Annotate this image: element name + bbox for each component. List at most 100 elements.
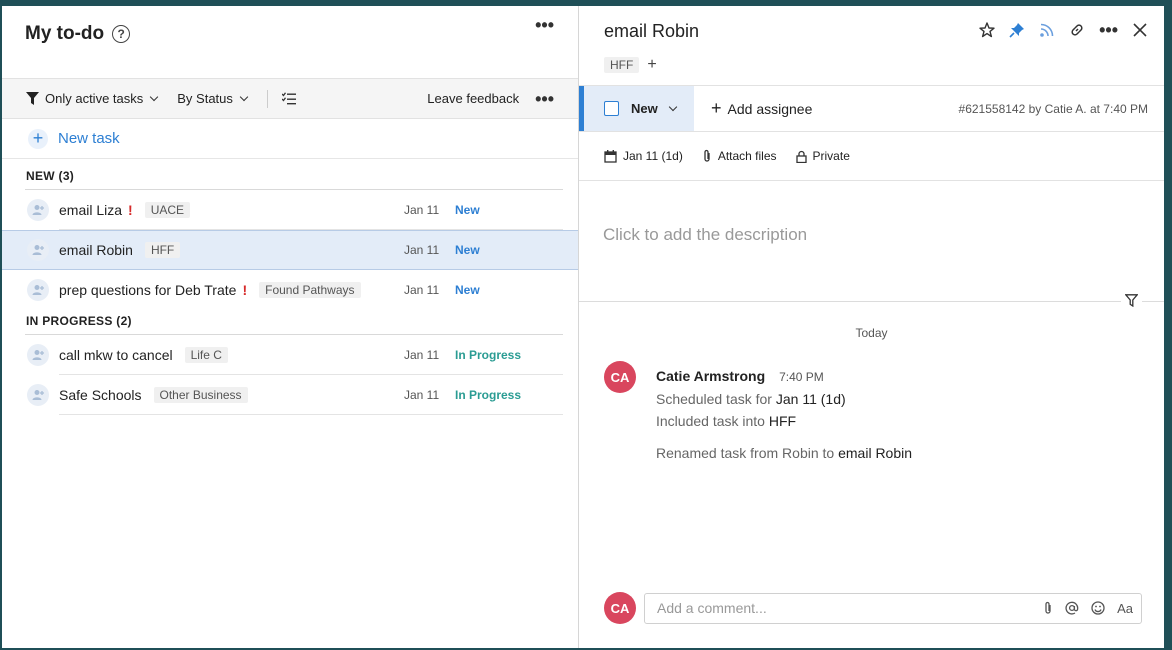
task-name-text: email Robin (59, 242, 133, 258)
activity-value: email Robin (838, 445, 913, 461)
checklist-icon (281, 92, 296, 105)
task-name: email Robin HFF (59, 242, 181, 258)
detail-more-icon[interactable]: ••• (1099, 21, 1118, 39)
row-divider (59, 414, 563, 415)
toolbar-right: Leave feedback ••• (427, 90, 554, 108)
activity-body: Catie Armstrong 7:40 PM Scheduled task f… (656, 365, 912, 464)
task-status: New (455, 203, 480, 217)
star-icon[interactable] (979, 22, 995, 38)
task-tag[interactable]: Found Pathways (259, 282, 361, 298)
plus-icon: + (28, 128, 48, 149)
avatar[interactable]: CA (604, 361, 636, 393)
description-editor[interactable]: Click to add the description (579, 181, 1164, 302)
attach-files-label: Attach files (717, 149, 777, 163)
activity-header: Catie Armstrong 7:40 PM (656, 365, 912, 388)
leave-feedback-link[interactable]: Leave feedback (427, 91, 519, 106)
active-filter-label: Only active tasks (45, 91, 144, 106)
assign-user-icon[interactable] (27, 384, 49, 406)
paperclip-icon[interactable] (1043, 601, 1053, 615)
task-status: New (455, 243, 480, 257)
add-assignee-button[interactable]: + Add assignee (711, 98, 812, 119)
avatar: CA (604, 592, 636, 624)
page-title: My to-do ? (25, 23, 131, 45)
attach-files-button[interactable]: Attach files (702, 149, 777, 163)
status-label: New (631, 101, 658, 116)
help-icon[interactable]: ? (112, 25, 131, 43)
task-tag[interactable]: Other Business (153, 387, 248, 403)
comment-input[interactable]: Add a comment... Aa (644, 592, 1142, 624)
text-format-button[interactable]: Aa (1117, 601, 1133, 616)
toolbar-more-icon[interactable]: ••• (535, 90, 554, 108)
comment-placeholder: Add a comment... (657, 600, 767, 616)
task-name: call mkw to cancel Life C (59, 347, 228, 363)
assign-user-icon[interactable] (27, 279, 49, 301)
task-tag[interactable]: Life C (184, 347, 228, 363)
page-title-text: My to-do (25, 23, 105, 44)
task-name: email Liza ! UACE (59, 202, 191, 218)
app-window: My to-do ? ••• Only active tasks By Stat… (2, 6, 1164, 648)
task-status: New (455, 283, 480, 297)
group-by-dropdown[interactable]: By Status (177, 91, 249, 106)
status-bar: New + Add assignee #621558142 by Catie A… (579, 85, 1164, 132)
assign-user-icon[interactable] (27, 199, 49, 221)
toolbar-divider (266, 89, 268, 108)
activity-time: 7:40 PM (779, 370, 824, 384)
paperclip-icon (704, 149, 710, 162)
attribute-bar: Jan 11 (1d) Attach files Private (579, 132, 1164, 181)
task-name: Safe Schools Other Business (59, 387, 248, 403)
task-list: NEW (3) email Liza ! UACE Jan 11 New ema… (2, 159, 578, 415)
activity-text: Included task into (656, 413, 769, 429)
link-icon[interactable] (1069, 22, 1085, 38)
calendar-icon (604, 149, 617, 163)
task-row[interactable]: email Liza ! UACE Jan 11 New (2, 190, 578, 230)
assign-user-icon[interactable] (27, 239, 49, 261)
task-detail-pane: email Robin ••• HFF + New + Add assignee… (579, 6, 1164, 648)
urgent-mark: ! (242, 282, 248, 298)
activity-author[interactable]: Catie Armstrong (656, 368, 765, 384)
task-tag[interactable]: HFF (604, 57, 640, 73)
task-date: Jan 11 (404, 348, 440, 362)
new-task-button[interactable]: + New task (2, 119, 578, 159)
mention-icon[interactable] (1065, 601, 1079, 615)
due-date-button[interactable]: Jan 11 (1d) (604, 149, 683, 163)
rss-follow-icon[interactable] (1039, 22, 1055, 38)
chevron-down-icon (668, 102, 677, 112)
group-header-new: NEW (3) (26, 169, 75, 183)
task-title[interactable]: email Robin (604, 21, 699, 42)
task-row[interactable]: Safe Schools Other Business Jan 11 In Pr… (2, 375, 578, 415)
assign-user-icon[interactable] (27, 344, 49, 366)
activity-spacer (656, 432, 912, 442)
task-tag[interactable]: UACE (144, 202, 191, 218)
detail-header-actions: ••• (965, 21, 1148, 39)
add-tag-button[interactable]: + (647, 56, 656, 74)
privacy-button[interactable]: Private (795, 149, 850, 163)
activity-line: Scheduled task for Jan 11 (1d) (656, 388, 912, 410)
emoji-icon[interactable] (1091, 601, 1105, 615)
list-toolbar: Only active tasks By Status Leave feedba… (2, 78, 578, 119)
task-name: prep questions for Deb Trate ! Found Pat… (59, 282, 361, 298)
task-row-selected[interactable]: email Robin HFF Jan 11 New (2, 230, 578, 270)
comment-tools: Aa (1031, 601, 1133, 616)
activity-date-divider: Today (855, 326, 888, 340)
close-icon[interactable] (1132, 22, 1148, 38)
task-name-text: prep questions for Deb Trate (59, 282, 237, 298)
checklist-view-button[interactable] (281, 92, 296, 105)
task-tag[interactable]: HFF (144, 242, 181, 258)
funnel-icon (26, 92, 39, 105)
pin-icon[interactable] (1009, 22, 1025, 38)
activity-line: Included task into HFF (656, 410, 912, 432)
task-meta: #621558142 by Catie A. at 7:40 PM (958, 101, 1148, 116)
new-task-label: New task (58, 130, 120, 147)
list-more-icon[interactable]: ••• (535, 16, 554, 34)
task-date: Jan 11 (404, 243, 440, 257)
group-by-label: By Status (177, 91, 233, 106)
task-status: In Progress (455, 348, 522, 362)
activity-value: Jan 11 (1d) (775, 391, 846, 407)
active-filter-dropdown[interactable]: Only active tasks (26, 91, 159, 106)
status-dropdown[interactable]: New (579, 86, 694, 131)
activity-line: Renamed task from Robin to email Robin (656, 442, 912, 464)
task-row[interactable]: prep questions for Deb Trate ! Found Pat… (2, 270, 578, 310)
activity-filter-icon[interactable] (1121, 294, 1142, 310)
task-row[interactable]: call mkw to cancel Life C Jan 11 In Prog… (2, 335, 578, 375)
activity-text: Scheduled task for (656, 391, 776, 407)
